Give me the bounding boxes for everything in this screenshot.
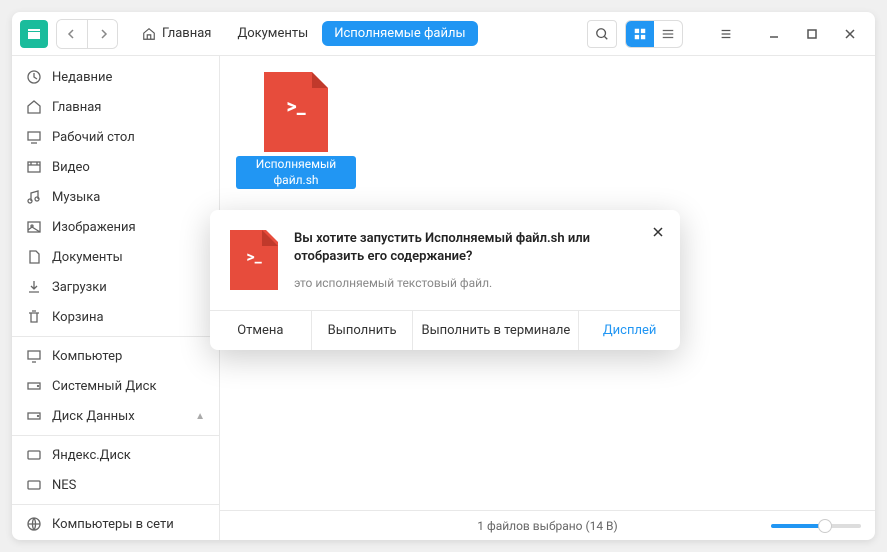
crumb-label: Исполняемые файлы — [334, 26, 465, 41]
home-icon — [26, 99, 42, 115]
crumb-documents[interactable]: Документы — [225, 21, 320, 46]
dialog-display-button[interactable]: Дисплей — [579, 311, 680, 350]
sidebar-separator — [12, 435, 219, 436]
dialog-file-icon: >_ — [230, 230, 278, 290]
status-text: 1 файлов выбрано (14 B) — [477, 519, 617, 533]
sidebar-item-data-disk[interactable]: Диск Данных ▲ — [12, 401, 219, 431]
run-dialog: >_ Вы хотите запустить Исполняемый файл.… — [210, 210, 680, 350]
sidebar-label: Системный Диск — [52, 379, 156, 394]
sidebar-item-network-computers[interactable]: Компьютеры в сети — [12, 509, 219, 539]
sidebar-item-downloads[interactable]: Загрузки — [12, 272, 219, 302]
sidebar-item-nes[interactable]: NES — [12, 470, 219, 500]
dialog-actions: Отмена Выполнить Выполнить в терминале Д… — [210, 310, 680, 350]
sidebar-label: Видео — [52, 160, 90, 175]
maximize-button[interactable] — [803, 25, 821, 43]
computer-icon — [26, 348, 42, 364]
sidebar-label: Документы — [52, 250, 123, 265]
dialog-body: >_ Вы хотите запустить Исполняемый файл.… — [210, 210, 680, 310]
breadcrumb: Главная Документы Исполняемые файлы — [130, 21, 478, 46]
close-button[interactable] — [841, 25, 859, 43]
sidebar-label: Музыка — [52, 190, 100, 205]
file-item[interactable]: >_ Исполняемый файл.sh — [236, 72, 356, 189]
trash-icon — [26, 309, 42, 325]
file-label: Исполняемый файл.sh — [236, 156, 356, 189]
sidebar-item-recent[interactable]: Недавние — [12, 62, 219, 92]
sidebar-item-trash[interactable]: Корзина — [12, 302, 219, 332]
clock-icon — [26, 69, 42, 85]
sidebar-separator — [12, 336, 219, 337]
sidebar-item-music[interactable]: Музыка — [12, 182, 219, 212]
sidebar-item-yandex-disk[interactable]: Яндекс.Диск — [12, 440, 219, 470]
dialog-subtitle: это исполняемый текстовый файл. — [294, 276, 660, 290]
sidebar-item-images[interactable]: Изображения — [12, 212, 219, 242]
nav-group — [56, 19, 118, 49]
network-icon — [26, 516, 42, 532]
view-mode-group — [625, 20, 683, 48]
sidebar-item-home[interactable]: Главная — [12, 92, 219, 122]
sidebar-label: Изображения — [52, 220, 136, 235]
sidebar-label: Рабочий стол — [52, 130, 135, 145]
crumb-label: Главная — [162, 26, 211, 41]
sidebar-label: Яндекс.Диск — [52, 448, 131, 463]
sidebar-item-documents[interactable]: Документы — [12, 242, 219, 272]
app-icon — [20, 20, 48, 48]
window-controls — [765, 25, 859, 43]
disk-icon — [26, 378, 42, 394]
sidebar-label: Диск Данных — [52, 409, 135, 424]
minimize-button[interactable] — [765, 25, 783, 43]
sidebar-label: Главная — [52, 100, 101, 115]
sidebar-label: Недавние — [52, 70, 112, 85]
cloud-icon — [26, 447, 42, 463]
icon-view-button[interactable] — [626, 21, 654, 47]
cloud-icon — [26, 477, 42, 493]
sidebar: Недавние Главная Рабочий стол Видео Музы… — [12, 56, 220, 540]
statusbar: 1 файлов выбрано (14 B) — [220, 510, 875, 540]
dialog-text: Вы хотите запустить Исполняемый файл.sh … — [294, 230, 660, 290]
list-view-button[interactable] — [654, 21, 682, 47]
zoom-slider[interactable] — [771, 524, 861, 528]
sidebar-item-computer[interactable]: Компьютер — [12, 341, 219, 371]
crumb-current[interactable]: Исполняемые файлы — [322, 21, 477, 46]
forward-button[interactable] — [87, 20, 117, 48]
download-icon — [26, 279, 42, 295]
back-button[interactable] — [57, 20, 87, 48]
search-button[interactable] — [587, 20, 617, 48]
dialog-close-button[interactable] — [648, 222, 668, 242]
document-icon — [26, 249, 42, 265]
desktop-icon — [26, 129, 42, 145]
music-icon — [26, 189, 42, 205]
video-icon — [26, 159, 42, 175]
sidebar-item-video[interactable]: Видео — [12, 152, 219, 182]
eject-icon[interactable]: ▲ — [195, 411, 205, 422]
crumb-label: Документы — [237, 26, 308, 41]
dialog-cancel-button[interactable]: Отмена — [210, 311, 312, 350]
sidebar-item-system-disk[interactable]: Системный Диск — [12, 371, 219, 401]
disk-icon — [26, 408, 42, 424]
dialog-title: Вы хотите запустить Исполняемый файл.sh … — [294, 230, 660, 266]
sidebar-label: Компьютеры в сети — [52, 517, 174, 532]
sidebar-item-desktop[interactable]: Рабочий стол — [12, 122, 219, 152]
sidebar-separator — [12, 504, 219, 505]
dialog-run-terminal-button[interactable]: Выполнить в терминале — [413, 311, 579, 350]
sidebar-label: Корзина — [52, 310, 104, 325]
sidebar-label: Компьютер — [52, 349, 122, 364]
titlebar: Главная Документы Исполняемые файлы — [12, 12, 875, 56]
crumb-home[interactable]: Главная — [130, 21, 223, 46]
sidebar-label: NES — [52, 478, 76, 493]
sidebar-label: Загрузки — [52, 280, 107, 295]
image-icon — [26, 219, 42, 235]
dialog-run-button[interactable]: Выполнить — [312, 311, 414, 350]
sh-file-icon: >_ — [264, 72, 328, 152]
menu-button[interactable] — [711, 20, 741, 48]
zoom-thumb[interactable] — [818, 519, 832, 533]
